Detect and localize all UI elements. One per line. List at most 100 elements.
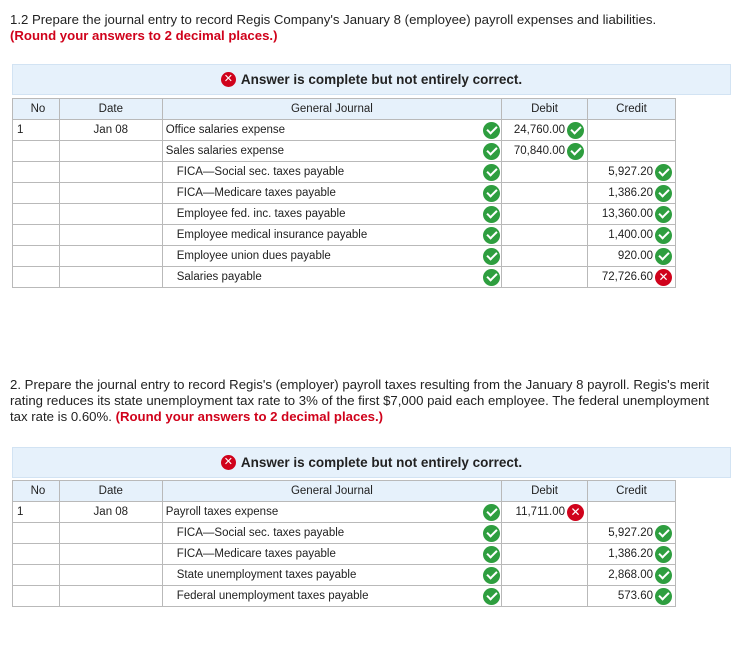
entry-number xyxy=(12,245,60,267)
credit-amount: 1,386.20 xyxy=(608,187,653,199)
credit-cell[interactable] xyxy=(587,501,676,523)
debit-cell[interactable] xyxy=(501,224,589,246)
entry-date[interactable]: Jan 08 xyxy=(58,501,163,523)
credit-amount: 1,400.00 xyxy=(608,229,653,241)
journal-row: Employee medical insurance payable 1,400.… xyxy=(12,224,676,246)
x-circle-icon: ✕ xyxy=(220,455,236,470)
credit-amount: 2,868.00 xyxy=(608,569,653,581)
journal-row: Employee fed. inc. taxes payable 13,360.0… xyxy=(12,203,676,225)
entry-date[interactable] xyxy=(58,564,163,586)
debit-cell[interactable] xyxy=(501,585,589,607)
journal-row: Employee union dues payable 920.00 xyxy=(12,245,676,267)
credit-cell[interactable]: 5,927.20 xyxy=(587,522,676,544)
credit-cell[interactable]: 1,386.20 xyxy=(587,543,676,565)
account-cell[interactable]: FICA—Medicare taxes payable xyxy=(161,182,503,204)
account-cell[interactable]: FICA—Medicare taxes payable xyxy=(161,543,503,565)
check-circle-icon xyxy=(483,503,501,521)
credit-cell[interactable]: 573.60 xyxy=(587,585,676,607)
check-circle-icon xyxy=(483,184,501,202)
entry-number xyxy=(12,564,60,586)
debit-cell[interactable] xyxy=(501,161,589,183)
credit-cell[interactable]: 72,726.60 ✕ xyxy=(587,266,676,288)
question-1-prompt: 1.2 Prepare the journal entry to record … xyxy=(10,12,657,27)
entry-date[interactable] xyxy=(58,224,163,246)
journal-row: 1 Jan 08 Payroll taxes expense 11,711.00 ✕ xyxy=(12,501,676,523)
banner-text: Answer is complete but not entirely corr… xyxy=(240,455,523,470)
credit-cell[interactable]: 920.00 xyxy=(587,245,676,267)
account-name: Employee union dues payable xyxy=(176,250,331,262)
debit-amount: 11,711.00 xyxy=(515,506,566,518)
check-circle-icon xyxy=(483,163,501,181)
entry-date[interactable] xyxy=(58,203,163,225)
answer-status-banner-2: ✕ Answer is complete but not entirely co… xyxy=(12,447,731,478)
account-cell[interactable]: Employee fed. inc. taxes payable xyxy=(161,203,503,225)
debit-cell[interactable] xyxy=(501,522,589,544)
check-circle-icon xyxy=(655,587,672,605)
account-cell[interactable]: FICA—Social sec. taxes payable xyxy=(161,161,503,183)
account-cell[interactable]: Payroll taxes expense xyxy=(161,501,503,523)
debit-cell[interactable]: 24,760.00 xyxy=(501,119,589,141)
x-circle-icon: ✕ xyxy=(655,268,672,286)
debit-amount: 70,840.00 xyxy=(513,145,566,157)
account-cell[interactable]: Office salaries expense xyxy=(161,119,503,141)
question-1-instruction: (Round your answers to 2 decimal places.… xyxy=(10,28,278,43)
credit-cell[interactable]: 13,360.00 xyxy=(587,203,676,225)
entry-date[interactable] xyxy=(58,182,163,204)
credit-cell[interactable]: 2,868.00 xyxy=(587,564,676,586)
debit-cell[interactable] xyxy=(501,564,589,586)
check-circle-icon xyxy=(655,205,672,223)
entry-date[interactable] xyxy=(58,140,163,162)
entry-date[interactable] xyxy=(58,543,163,565)
entry-date[interactable] xyxy=(58,161,163,183)
account-cell[interactable]: Employee medical insurance payable xyxy=(161,224,503,246)
account-cell[interactable]: State unemployment taxes payable xyxy=(161,564,503,586)
credit-amount: 920.00 xyxy=(617,250,653,262)
entry-date[interactable] xyxy=(58,522,163,544)
col-header-no: No xyxy=(12,98,60,120)
entry-number xyxy=(12,522,60,544)
check-circle-icon xyxy=(483,587,501,605)
entry-date[interactable]: Jan 08 xyxy=(58,119,163,141)
account-cell[interactable]: Federal unemployment taxes payable xyxy=(161,585,503,607)
check-circle-icon xyxy=(655,226,672,244)
col-header-date: Date xyxy=(58,98,163,120)
check-circle-icon xyxy=(483,205,501,223)
journal-row: State unemployment taxes payable 2,868.00 xyxy=(12,564,676,586)
debit-cell[interactable] xyxy=(501,266,589,288)
journal-row: FICA—Medicare taxes payable 1,386.20 xyxy=(12,543,676,565)
account-name: Federal unemployment taxes payable xyxy=(176,590,369,602)
credit-amount: 1,386.20 xyxy=(608,548,653,560)
entry-date[interactable] xyxy=(58,585,163,607)
debit-cell[interactable]: 70,840.00 xyxy=(501,140,589,162)
account-cell[interactable]: Employee union dues payable xyxy=(161,245,503,267)
account-cell[interactable]: Sales salaries expense xyxy=(161,140,503,162)
journal-row: Salaries payable 72,726.60 ✕ xyxy=(12,266,676,288)
x-circle-icon: ✕ xyxy=(567,503,585,521)
col-header-debit: Debit xyxy=(501,98,589,120)
journal-header-row: No Date General Journal Debit Credit xyxy=(12,480,676,502)
credit-cell[interactable]: 1,400.00 xyxy=(587,224,676,246)
debit-cell[interactable] xyxy=(501,203,589,225)
debit-cell[interactable] xyxy=(501,543,589,565)
entry-date[interactable] xyxy=(58,245,163,267)
credit-cell[interactable] xyxy=(587,119,676,141)
journal-table-2: No Date General Journal Debit Credit 1 Ja… xyxy=(12,480,676,607)
journal-row: Sales salaries expense 70,840.00 xyxy=(12,140,676,162)
credit-amount: 72,726.60 xyxy=(601,271,653,283)
journal-table-1: No Date General Journal Debit Credit 1 Ja… xyxy=(12,98,676,288)
question-2-instruction: (Round your answers to 2 decimal places.… xyxy=(115,409,384,424)
credit-cell[interactable]: 5,927.20 xyxy=(587,161,676,183)
account-cell[interactable]: Salaries payable xyxy=(161,266,503,288)
check-circle-icon xyxy=(483,545,501,563)
col-header-date: Date xyxy=(58,480,163,502)
credit-cell[interactable] xyxy=(587,140,676,162)
account-name: Payroll taxes expense xyxy=(165,506,279,518)
entry-date[interactable] xyxy=(58,266,163,288)
credit-cell[interactable]: 1,386.20 xyxy=(587,182,676,204)
check-circle-icon xyxy=(655,184,672,202)
debit-cell[interactable] xyxy=(501,245,589,267)
entry-number xyxy=(12,140,60,162)
debit-cell[interactable] xyxy=(501,182,589,204)
account-cell[interactable]: FICA—Social sec. taxes payable xyxy=(161,522,503,544)
debit-cell[interactable]: 11,711.00 ✕ xyxy=(501,501,589,523)
